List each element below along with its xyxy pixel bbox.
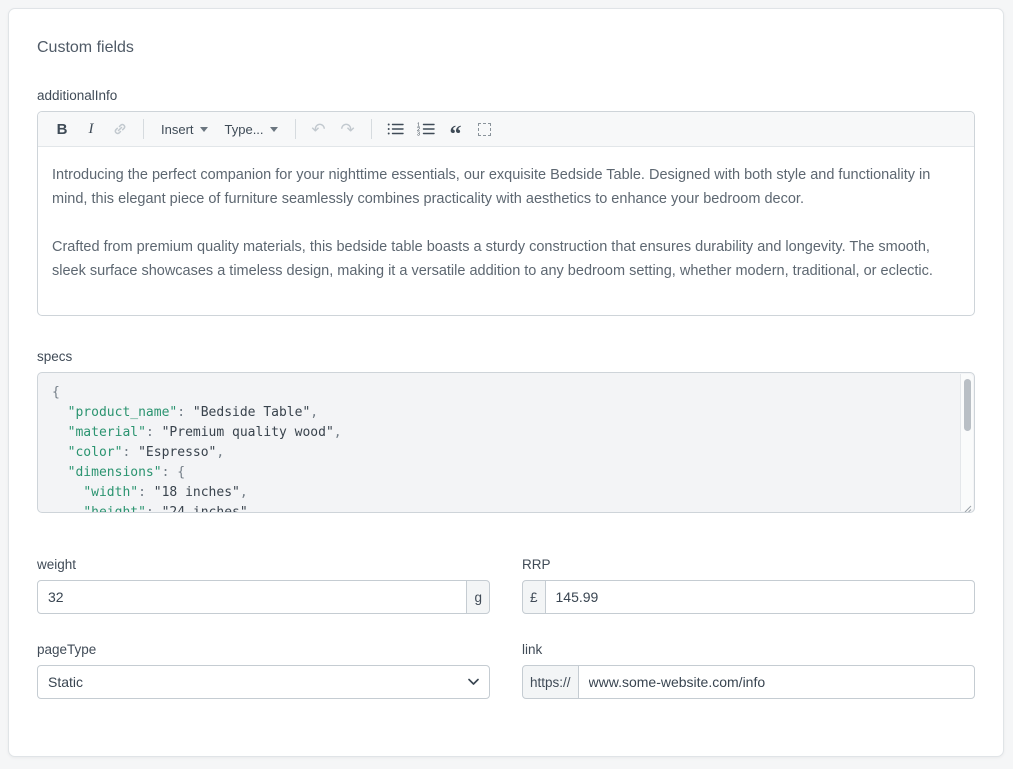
link-protocol-addon: https:// xyxy=(522,665,579,699)
toolbar-divider xyxy=(143,119,144,139)
link-icon[interactable] xyxy=(112,118,128,140)
resize-handle-icon[interactable] xyxy=(962,500,972,510)
weight-label: weight xyxy=(37,557,490,572)
insert-dropdown[interactable]: Insert xyxy=(159,122,210,137)
toolbar-divider xyxy=(371,119,372,139)
insert-dropdown-label: Insert xyxy=(161,122,194,137)
scrollbar[interactable] xyxy=(960,374,973,511)
specs-label: specs xyxy=(37,349,975,364)
specs-code-editor[interactable]: { "product_name": "Bedside Table", "mate… xyxy=(37,372,975,513)
svg-text:3: 3 xyxy=(417,132,420,137)
chevron-down-icon xyxy=(468,678,479,686)
page-title: Custom fields xyxy=(37,39,975,57)
page-type-value: Static xyxy=(48,674,83,690)
type-dropdown-label: Type... xyxy=(225,122,264,137)
undo-icon[interactable]: ↶ xyxy=(311,118,327,140)
bold-button[interactable]: B xyxy=(54,118,70,140)
rrp-currency-addon: £ xyxy=(522,580,546,614)
italic-button[interactable]: I xyxy=(83,118,99,140)
field-weight: weight g xyxy=(37,557,490,614)
chevron-down-icon xyxy=(270,127,278,132)
expand-icon[interactable] xyxy=(477,118,493,140)
rrp-input[interactable] xyxy=(545,580,975,614)
page-type-select[interactable]: Static xyxy=(37,665,490,699)
type-dropdown[interactable]: Type... xyxy=(223,122,280,137)
link-input[interactable] xyxy=(578,665,975,699)
field-specs: specs { "product_name": "Bedside Table",… xyxy=(37,349,975,513)
weight-input[interactable] xyxy=(37,580,467,614)
custom-fields-panel: Custom fields additionalInfo B I Insert xyxy=(8,8,1004,757)
editor-toolbar: B I Insert Type... xyxy=(38,112,974,147)
fields-row-2: pageType Static link https:// xyxy=(37,642,975,699)
specs-code: { "product_name": "Bedside Table", "mate… xyxy=(38,373,974,513)
field-additional-info: additionalInfo B I Insert xyxy=(37,88,975,316)
rich-text-editor: B I Insert Type... xyxy=(37,111,975,316)
field-link: link https:// xyxy=(522,642,975,699)
weight-unit-addon: g xyxy=(466,580,490,614)
toolbar-divider xyxy=(295,119,296,139)
link-label: link xyxy=(522,642,975,657)
redo-icon[interactable]: ↷ xyxy=(340,118,356,140)
bullet-list-icon[interactable] xyxy=(387,118,404,140)
fields-row-1: weight g RRP £ xyxy=(37,557,975,614)
field-page-type: pageType Static xyxy=(37,642,490,699)
additional-info-label: additionalInfo xyxy=(37,88,975,103)
scrollbar-thumb[interactable] xyxy=(964,379,971,431)
blockquote-icon[interactable]: “ xyxy=(448,118,464,140)
ordered-list-icon[interactable]: 1 2 3 xyxy=(417,118,435,140)
field-rrp: RRP £ xyxy=(522,557,975,614)
page-type-label: pageType xyxy=(37,642,490,657)
chevron-down-icon xyxy=(200,127,208,132)
rrp-label: RRP xyxy=(522,557,975,572)
editor-content[interactable]: Introducing the perfect companion for yo… xyxy=(38,147,974,315)
